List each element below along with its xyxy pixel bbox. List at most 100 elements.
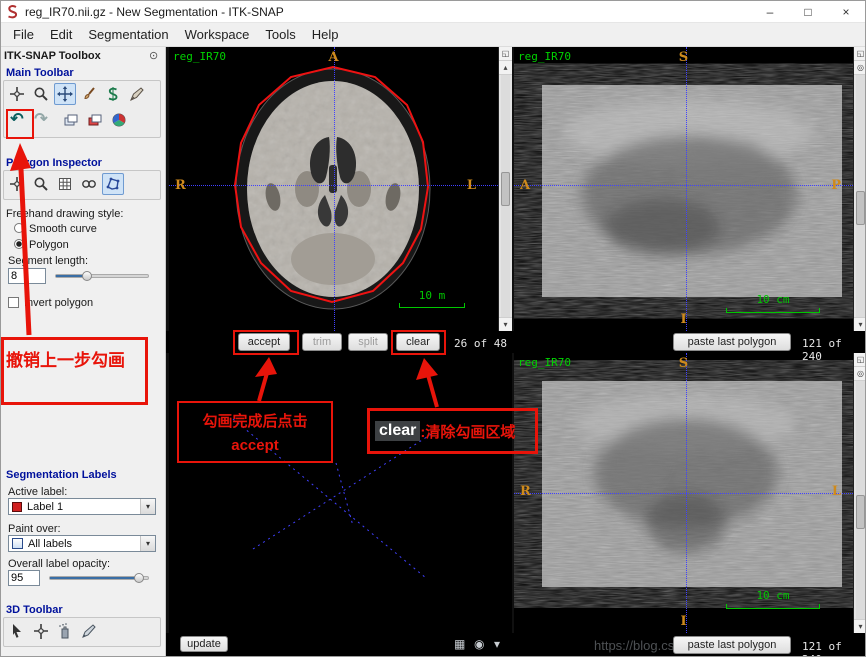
- toolbar-3d: [3, 617, 161, 647]
- arrow-down-icon[interactable]: ▾: [499, 317, 512, 331]
- maximize-icon[interactable]: □: [789, 1, 827, 22]
- scalpel-3d-icon[interactable]: [78, 620, 100, 642]
- app-logo-icon: [8, 5, 18, 19]
- scroll-thumb[interactable]: [856, 191, 865, 226]
- axial-slice-scrollbar[interactable]: ◱ ▴ ▾: [498, 47, 512, 331]
- annotation-pen-icon[interactable]: [126, 83, 148, 105]
- camera-icon[interactable]: ◎: [854, 367, 865, 381]
- accept-button[interactable]: accept: [238, 333, 290, 351]
- radio-icon: [14, 223, 24, 233]
- sagittal-slice-info: 121 of 240: [802, 337, 842, 363]
- orientation-marker-right: R: [175, 178, 186, 193]
- radio-polygon[interactable]: Polygon: [14, 239, 69, 251]
- slider-fill: [56, 275, 84, 277]
- slider-thumb[interactable]: [134, 573, 144, 583]
- arrow-down-icon[interactable]: ▾: [854, 619, 865, 633]
- scroll-thumb[interactable]: [501, 171, 510, 206]
- paint-over-label: Paint over:: [8, 523, 61, 535]
- scale-bar: [399, 303, 465, 308]
- view-grid: reg_IR70 A R L 10 m ◱ ▴ ▾ reg_IR70 S A P…: [166, 47, 865, 656]
- scale-label: 10 cm: [756, 293, 790, 306]
- scroll-track[interactable]: [856, 381, 865, 619]
- scale-bar: [726, 308, 820, 313]
- segment-length-input[interactable]: [8, 268, 46, 284]
- polygon-tool-icon[interactable]: [102, 173, 124, 195]
- binoculars-icon[interactable]: [78, 173, 100, 195]
- crosshair-icon[interactable]: [6, 173, 28, 195]
- split-button[interactable]: split: [348, 333, 388, 351]
- menu-help[interactable]: Help: [304, 23, 347, 47]
- crosshair-3d-icon[interactable]: [30, 620, 52, 642]
- scale-label: 10 cm: [756, 589, 790, 602]
- scroll-track[interactable]: [501, 75, 510, 317]
- sagittal-view-panel[interactable]: reg_IR70 S A P I 10 cm: [514, 47, 853, 331]
- crosshair-horizontal: [514, 185, 853, 186]
- camera-icon[interactable]: ◎: [854, 61, 865, 75]
- menu-file[interactable]: File: [5, 23, 42, 47]
- crosshair-tool-icon[interactable]: [6, 83, 28, 105]
- scale-label: 10 m: [418, 289, 446, 302]
- paste-last-polygon-button[interactable]: paste last polygon: [673, 636, 791, 654]
- scroll-thumb[interactable]: [856, 495, 865, 530]
- chevron-down-icon[interactable]: ▾: [140, 499, 155, 514]
- crosshair-horizontal: [169, 185, 498, 186]
- expand-view-icon[interactable]: ◱: [499, 47, 512, 61]
- redo-icon[interactable]: ↷: [30, 109, 52, 131]
- snake-tool-icon[interactable]: [102, 83, 124, 105]
- layers-icon[interactable]: [60, 109, 82, 131]
- gear-icon[interactable]: ⊙: [149, 49, 158, 62]
- segment-length-slider[interactable]: [55, 271, 149, 281]
- menu-workspace[interactable]: Workspace: [177, 23, 258, 47]
- chevron-down-icon[interactable]: ▾: [140, 536, 155, 551]
- pan-tool-icon[interactable]: [54, 83, 76, 105]
- undo-icon[interactable]: ↶: [6, 109, 28, 131]
- axial-slice-info: 26 of 48: [454, 337, 507, 350]
- paintbrush-tool-icon[interactable]: [78, 83, 100, 105]
- paint-over-select[interactable]: All labels ▾: [8, 535, 156, 552]
- arrow-down-icon[interactable]: ▾: [854, 317, 865, 331]
- scroll-track[interactable]: [856, 75, 865, 317]
- screenshot-icon[interactable]: ◉: [474, 637, 484, 651]
- menu-edit[interactable]: Edit: [42, 23, 80, 47]
- close-icon[interactable]: ×: [827, 1, 865, 22]
- spray-3d-icon[interactable]: [54, 620, 76, 642]
- layout-grid-icon[interactable]: ▦: [454, 637, 465, 651]
- color-wheel-icon[interactable]: [108, 109, 130, 131]
- menu-segmentation[interactable]: Segmentation: [80, 23, 176, 47]
- clear-button[interactable]: clear: [396, 333, 440, 351]
- label-color-swatch: [12, 501, 22, 512]
- slider-thumb[interactable]: [82, 271, 92, 281]
- coronal-view-panel[interactable]: reg_IR70 S R L I 10 cm: [514, 353, 853, 633]
- trim-button[interactable]: trim: [302, 333, 342, 351]
- paste-last-polygon-button[interactable]: paste last polygon: [673, 333, 791, 351]
- coronal-slice-scrollbar[interactable]: ◱ ◎ ▾: [853, 353, 865, 633]
- radio-smooth-curve[interactable]: Smooth curve: [14, 223, 97, 235]
- chevron-down-icon[interactable]: ▾: [494, 637, 500, 651]
- sagittal-brain-image[interactable]: [514, 47, 853, 331]
- orientation-marker-inferior: I: [680, 312, 687, 327]
- label-layers-icon[interactable]: [84, 109, 106, 131]
- arrow-up-icon[interactable]: ▴: [499, 61, 512, 75]
- active-label-select[interactable]: Label 1 ▾: [8, 498, 156, 515]
- bottom-button-strip: https://blog.csdn.net update ▦ ◉ ▾ paste…: [166, 633, 865, 656]
- window-controls: – □ ×: [751, 1, 865, 22]
- all-labels-icon: [12, 538, 23, 549]
- zoom-tool-icon[interactable]: [30, 83, 52, 105]
- grid-view-icon[interactable]: [54, 173, 76, 195]
- segmentation-labels-title: Segmentation Labels: [6, 469, 117, 481]
- menu-bar: File Edit Segmentation Workspace Tools H…: [1, 23, 865, 47]
- opacity-slider[interactable]: [49, 573, 149, 583]
- opacity-input[interactable]: [8, 570, 40, 586]
- invert-polygon-checkbox[interactable]: Invert polygon: [8, 297, 93, 309]
- update-3d-button[interactable]: update: [180, 636, 228, 652]
- menu-tools[interactable]: Tools: [257, 23, 303, 47]
- axial-view-panel[interactable]: reg_IR70 A R L 10 m: [169, 47, 498, 331]
- sagittal-slice-scrollbar[interactable]: ◱ ◎ ▾: [853, 47, 865, 331]
- opacity-label: Overall label opacity:: [8, 558, 111, 570]
- expand-view-icon[interactable]: ◱: [854, 47, 865, 61]
- minimize-icon[interactable]: –: [751, 1, 789, 22]
- cursor-3d-icon[interactable]: [6, 620, 28, 642]
- zoom-icon[interactable]: [30, 173, 52, 195]
- polygon-inspector-toolbar: [3, 170, 161, 200]
- render-3d-panel[interactable]: [169, 353, 512, 633]
